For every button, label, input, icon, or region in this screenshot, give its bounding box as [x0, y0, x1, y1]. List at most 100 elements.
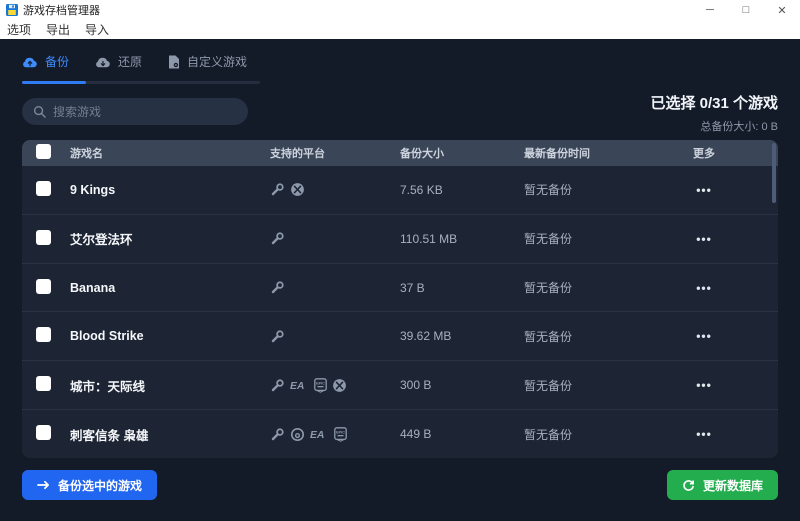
window-controls: ─ □ ✕ [692, 0, 800, 20]
backup-size: 110.51 MB [400, 231, 458, 246]
platform-icons [270, 182, 400, 197]
more-button[interactable]: ••• [696, 329, 712, 343]
row-checkbox[interactable] [36, 327, 51, 343]
tab-underline-active [22, 81, 86, 84]
scrollbar-thumb[interactable] [772, 143, 776, 203]
title-bar: 游戏存档管理器 ─ □ ✕ [0, 0, 800, 20]
header-more: 更多 [693, 148, 715, 160]
steam-icon [270, 280, 285, 295]
game-name: 刺客信条 枭雄 [70, 428, 149, 443]
backup-size: 300 B [400, 378, 432, 393]
steam-icon [270, 427, 285, 442]
game-name: 城市：天际线 [70, 379, 146, 394]
latest-backup-time: 暂无备份 [524, 232, 573, 247]
steam-icon [270, 182, 285, 197]
ubisoft-icon [290, 427, 305, 442]
latest-backup-time: 暂无备份 [524, 427, 573, 442]
backup-size: 37 B [400, 280, 425, 295]
tab-custom-games[interactable]: 自定义游戏 [168, 53, 247, 81]
svg-text:EPIC: EPIC [316, 381, 325, 385]
tab-bar: 备份 还原 自定义游戏 [0, 39, 800, 84]
row-checkbox[interactable] [36, 278, 51, 294]
platform-icons: EA EPIC [270, 426, 400, 442]
table-row: 刺客信条 枭雄 EA EPIC 449 B 暂无备份 ••• [22, 409, 778, 458]
total-backup-size: 总备份大小: 0 B [700, 121, 778, 133]
ea-icon: EA [290, 379, 309, 391]
steam-icon [270, 231, 285, 246]
latest-backup-time: 暂无备份 [524, 183, 573, 198]
tab-backup[interactable]: 备份 [22, 53, 69, 81]
game-name: Blood Strike [70, 329, 144, 344]
backup-size: 39.62 MB [400, 329, 452, 344]
platform-icons [270, 231, 400, 246]
cloud-download-icon [95, 56, 111, 68]
latest-backup-time: 暂无备份 [524, 378, 573, 393]
select-all-checkbox[interactable] [36, 144, 51, 159]
backup-size: 7.56 KB [400, 182, 443, 197]
search-icon [33, 105, 46, 118]
latest-backup-time: 暂无备份 [524, 281, 573, 296]
menu-bar: 选项 导出 导入 [0, 20, 800, 39]
ea-icon: EA [310, 428, 329, 440]
platform-icons: EA EPIC [270, 377, 400, 393]
table-row: 9 Kings 7.56 KB 暂无备份 ••• [22, 166, 778, 214]
more-button[interactable]: ••• [696, 183, 712, 197]
refresh-icon [682, 479, 695, 492]
more-button[interactable]: ••• [696, 378, 712, 392]
platform-icons [270, 329, 400, 344]
menu-options[interactable]: 选项 [7, 21, 31, 38]
selection-summary: 已选择 0/31 个游戏 总备份大小: 0 B [650, 92, 778, 134]
tab-underline-track [22, 81, 260, 84]
epic-icon: EPIC [314, 377, 327, 393]
search-input[interactable] [53, 104, 233, 119]
more-button[interactable]: ••• [696, 427, 712, 441]
tab-restore[interactable]: 还原 [95, 53, 142, 81]
close-button[interactable]: ✕ [764, 0, 800, 20]
table-body: 9 Kings 7.56 KB 暂无备份 ••• 艾尔登法环 110.51 MB 暂无备份 •… [22, 166, 778, 458]
table-row: 艾尔登法环 110.51 MB 暂无备份 ••• [22, 213, 778, 263]
maximize-button[interactable]: □ [728, 0, 764, 20]
update-database-label: 更新数据库 [702, 478, 763, 493]
game-name: Banana [70, 280, 116, 295]
row-checkbox[interactable] [36, 180, 51, 196]
minimize-button[interactable]: ─ [692, 0, 728, 20]
more-button[interactable]: ••• [696, 281, 712, 295]
table-header: 游戏名 支持的平台 备份大小 最新备份时间 更多 [22, 140, 778, 166]
header-game-name: 游戏名 [70, 148, 103, 160]
table-row: 城市：天际线 EA EPIC 300 B 暂无备份 ••• [22, 360, 778, 409]
app-icon [6, 4, 18, 16]
table-row: Banana 37 B 暂无备份 ••• [22, 262, 778, 312]
svg-text:EA: EA [290, 381, 304, 391]
table-row: Blood Strike 39.62 MB 暂无备份 ••• [22, 311, 778, 360]
row-checkbox[interactable] [36, 425, 51, 441]
game-name: 9 Kings [70, 182, 116, 197]
arrow-right-icon [37, 480, 50, 490]
tab-backup-label: 备份 [45, 55, 70, 69]
header-backup-size: 备份大小 [400, 148, 444, 160]
row-checkbox[interactable] [36, 376, 51, 392]
xbox-icon [332, 378, 347, 393]
game-name: 艾尔登法环 [70, 233, 133, 248]
header-platforms: 支持的平台 [270, 148, 325, 160]
menu-import[interactable]: 导入 [85, 21, 109, 38]
menu-export[interactable]: 导出 [46, 21, 70, 38]
update-database-button[interactable]: 更新数据库 [666, 470, 778, 500]
window-title: 游戏存档管理器 [23, 5, 100, 17]
platform-icons [270, 280, 400, 295]
backup-selected-button[interactable]: 备份选中的游戏 [22, 470, 158, 500]
cloud-upload-icon [22, 56, 38, 68]
games-table: 游戏名 支持的平台 备份大小 最新备份时间 更多 9 Kings 7.56 KB 暂… [22, 140, 778, 458]
latest-backup-time: 暂无备份 [524, 329, 573, 344]
steam-icon [270, 378, 285, 393]
backup-selected-label: 备份选中的游戏 [58, 478, 143, 493]
backup-size: 449 B [400, 427, 432, 442]
header-latest-backup: 最新备份时间 [524, 148, 590, 160]
row-checkbox[interactable] [36, 229, 51, 245]
tab-restore-label: 还原 [118, 55, 143, 69]
selected-count: 已选择 0/31 个游戏 [650, 95, 778, 112]
search-box [22, 98, 248, 125]
more-button[interactable]: ••• [696, 232, 712, 246]
epic-icon: EPIC [334, 426, 347, 442]
custom-game-file-icon [168, 55, 180, 69]
svg-text:EPIC: EPIC [336, 430, 345, 434]
